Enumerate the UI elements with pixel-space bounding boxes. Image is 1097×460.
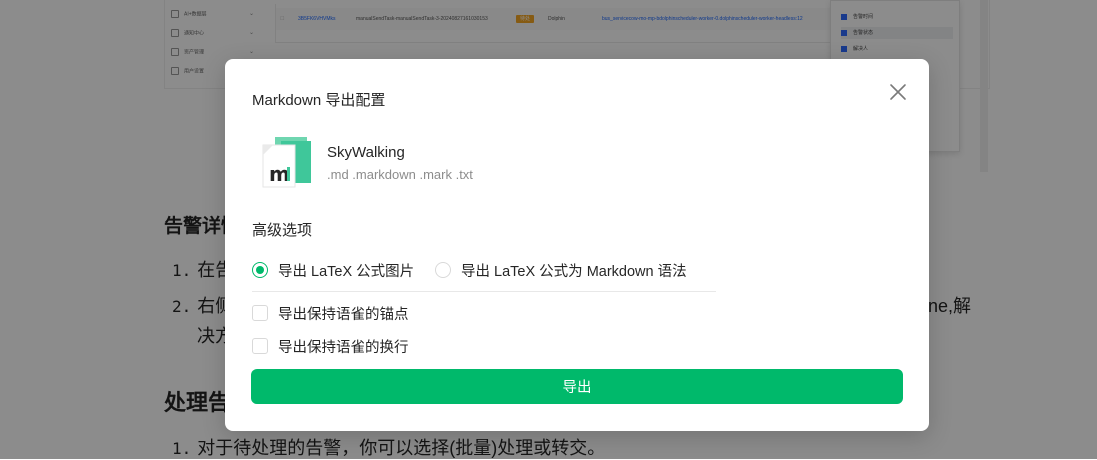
markdown-export-dialog: Markdown 导出配置 m SkyWalking .md .markdown… [225,59,929,431]
close-button[interactable] [887,81,909,103]
divider [252,291,716,292]
checkbox-label: 导出保持语雀的换行 [278,339,409,356]
radio-label: 导出 LaTeX 公式为 Markdown 语法 [461,263,687,280]
radio-checked-icon[interactable] [252,262,268,278]
icon-letter: m [269,162,290,186]
checkbox-keep-linebreaks[interactable]: 导出保持语雀的换行 [252,336,409,356]
checkbox-icon[interactable] [252,305,268,321]
export-button[interactable]: 导出 [251,369,903,404]
dialog-title: Markdown 导出配置 [252,92,386,109]
markdown-file-icon: m [261,135,313,191]
radio-unchecked-icon[interactable] [435,262,451,278]
close-icon [890,84,906,100]
checkbox-keep-anchors[interactable]: 导出保持语雀的锚点 [252,303,409,323]
checkbox-icon[interactable] [252,338,268,354]
radio-label: 导出 LaTeX 公式图片 [278,263,415,280]
app-name: SkyWalking [327,144,405,161]
advanced-options-title: 高级选项 [252,222,313,239]
app-extensions: .md .markdown .mark .txt [327,167,473,182]
radio-latex-markdown[interactable]: 导出 LaTeX 公式为 Markdown 语法 [435,260,687,280]
radio-latex-image[interactable]: 导出 LaTeX 公式图片 [252,260,414,280]
checkbox-label: 导出保持语雀的锚点 [278,306,409,323]
